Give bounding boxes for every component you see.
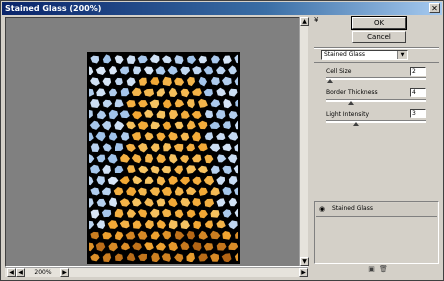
cell-size-slider-thumb[interactable] — [327, 79, 333, 83]
window-title: Stained Glass (200%) — [5, 4, 102, 13]
title-bar[interactable]: Stained Glass (200%) ✕ — [2, 2, 442, 15]
divider — [314, 47, 439, 49]
layer-actions: ▣ 🗑 — [368, 266, 408, 276]
horizontal-scrollbar[interactable]: ◀ ◀ 200% ▶ ▶ — [5, 267, 308, 277]
scroll-down-icon[interactable]: ▼ — [300, 257, 309, 266]
effect-layer-item[interactable]: ◉ Stained Glass — [316, 203, 437, 217]
cancel-button[interactable]: Cancel — [352, 31, 406, 43]
filter-dialog: Stained Glass (200%) ✕ ▲ ▼ ◀ ◀ 200% ▶ ▶ … — [0, 0, 444, 281]
cell-size-slider[interactable] — [326, 77, 426, 83]
glass-cell — [115, 143, 124, 151]
filter-params-panel: Cell Size 2 Border Thickness 4 Light Int… — [314, 62, 439, 196]
scroll-up-icon[interactable]: ▲ — [300, 17, 309, 26]
ok-button[interactable]: OK — [351, 16, 407, 30]
effect-layer-name: Stained Glass — [332, 205, 373, 212]
zoom-level: 200% — [34, 269, 52, 276]
cell-size-input[interactable]: 2 — [410, 67, 426, 76]
effect-layers-panel: ◉ Stained Glass — [314, 201, 439, 264]
double-chevron-down-icon[interactable]: ¥ — [314, 16, 318, 24]
filter-select-value: Stained Glass — [324, 51, 365, 58]
border-thickness-label: Border Thickness — [326, 89, 378, 96]
preview-pane[interactable] — [5, 17, 308, 267]
border-thickness-input[interactable]: 4 — [410, 88, 426, 97]
new-layer-icon[interactable]: ▣ — [368, 266, 375, 273]
scroll-right-icon[interactable]: ▶ — [299, 268, 308, 277]
cell-size-label: Cell Size — [326, 68, 352, 75]
filter-select[interactable]: Stained Glass ▼ — [321, 50, 408, 60]
vertical-scrollbar[interactable]: ▲ ▼ — [299, 17, 309, 266]
eye-icon[interactable]: ◉ — [318, 205, 326, 213]
zoom-in-icon[interactable]: ▶ — [60, 268, 69, 277]
close-icon[interactable]: ✕ — [429, 3, 440, 13]
zoom-out-icon[interactable]: ◀ — [7, 268, 16, 277]
border-thickness-slider[interactable] — [326, 99, 426, 105]
light-intensity-input[interactable]: 3 — [410, 109, 426, 118]
chevron-down-icon[interactable]: ▼ — [397, 51, 407, 59]
scroll-left-icon[interactable]: ◀ — [16, 268, 25, 277]
light-intensity-slider-thumb[interactable] — [353, 122, 359, 126]
stained-glass-preview-image — [87, 52, 240, 264]
light-intensity-slider[interactable] — [326, 120, 426, 126]
border-thickness-slider-thumb[interactable] — [348, 101, 354, 105]
light-intensity-label: Light Intensity — [326, 111, 369, 118]
trash-icon[interactable]: 🗑 — [379, 266, 388, 273]
